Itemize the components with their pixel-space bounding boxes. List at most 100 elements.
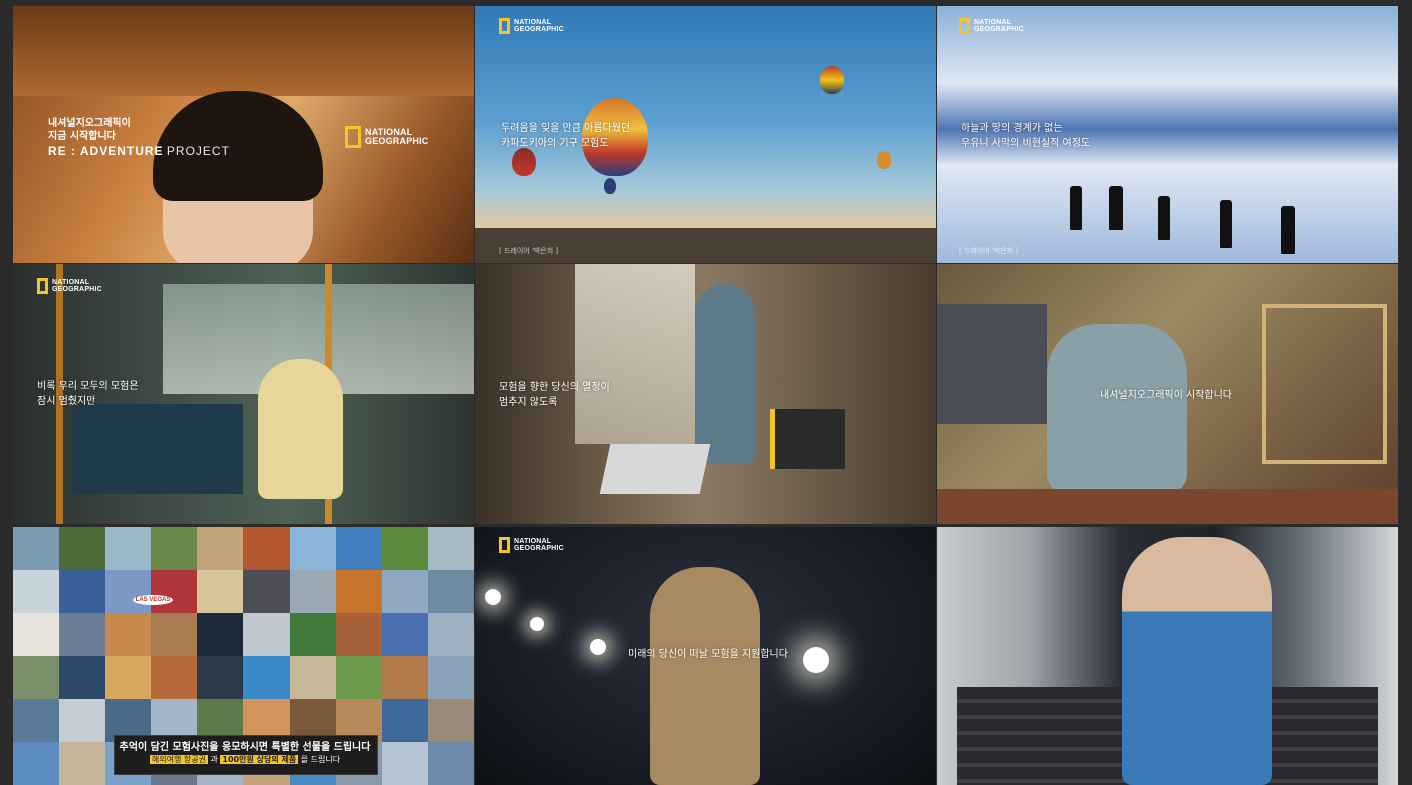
panel-bus: NATIONAL GEOGRAPHIC 비록 우리 모두의 모험은 잠시 멈췄지… (13, 264, 474, 524)
caption-line-1: 모험을 향한 당신의 열정이 (499, 382, 610, 393)
collage-photo (197, 570, 244, 613)
banner-highlight-flight: 해외여행 항공권 (149, 755, 208, 764)
logo-text-geographic: GEOGRAPHIC (514, 545, 564, 552)
collage-photo (59, 742, 106, 785)
collage-photo (427, 699, 474, 742)
logo-yellow-frame (345, 126, 361, 148)
collage-photo (381, 527, 428, 570)
suitcase (599, 444, 711, 494)
hot-air-balloon (877, 151, 891, 169)
collage-photo (289, 527, 336, 570)
collage-photo (105, 570, 152, 613)
natgeo-logo: NATIONAL GEOGRAPHIC (499, 537, 564, 553)
collage-photo (151, 613, 198, 656)
passenger (258, 359, 343, 499)
collage-photo (197, 527, 244, 570)
collage-photo (427, 742, 474, 785)
collage-photo (335, 570, 382, 613)
logo-yellow-frame (37, 278, 48, 294)
curtain (575, 264, 695, 444)
caption: 두려움을 잊을 만큼 아름다웠던 카파도키아의 기구 모험도 (501, 121, 630, 151)
woman-sitting (1047, 324, 1187, 494)
logo-text-national: NATIONAL (514, 19, 552, 26)
collage-photo (105, 613, 152, 656)
natgeo-logo: NATIONAL GEOGRAPHIC (37, 278, 102, 294)
collage-photo (381, 613, 428, 656)
panel-cappadocia: NATIONAL GEOGRAPHIC 두려움을 잊을 만큼 아름다웠던 카파도… (475, 6, 936, 263)
collage-photo (381, 742, 428, 785)
caption-line-2: 카파도키아의 기구 모험도 (501, 138, 609, 149)
bus-seats (73, 404, 243, 494)
logo-yellow-frame (959, 18, 970, 34)
woman-jacket (1122, 537, 1272, 785)
woman-with-cap (650, 567, 760, 785)
string-light (485, 589, 501, 605)
panel-corridor (937, 527, 1398, 785)
collage-photo (427, 656, 474, 699)
collage-photo (59, 699, 106, 742)
collage-photo (197, 613, 244, 656)
collage-photo (151, 527, 198, 570)
collage-photo (59, 527, 106, 570)
collage-photo (381, 570, 428, 613)
panel-uyuni: NATIONAL GEOGRAPHIC 하늘과 땅의 경계가 없는 우유니 사막… (937, 6, 1398, 263)
panel-intro: 내셔널지오그래픽이 지금 시작합니다 RE : ADVENTURE PROJEC… (13, 6, 474, 263)
caption-line-2: 잠시 멈췄지만 (37, 396, 96, 407)
banner-highlight-product: 100만원 상당의 제품 (220, 755, 299, 764)
collage-photo (289, 613, 336, 656)
panel-night-lights: NATIONAL GEOGRAPHIC 미래의 당신이 떠날 모험을 지원합니다 (475, 527, 936, 785)
logo-text-geographic: GEOGRAPHIC (514, 26, 564, 33)
collage-photo (289, 570, 336, 613)
caption-line-1: 비록 우리 모두의 모험은 (37, 381, 139, 392)
person-silhouette (1220, 200, 1232, 248)
person-packing (695, 284, 755, 464)
caption-line-1: 하늘과 땅의 경계가 없는 (961, 123, 1063, 134)
logo-yellow-frame (499, 537, 510, 553)
collage-photo (335, 613, 382, 656)
person-silhouette (1158, 196, 1170, 240)
collage-photo (59, 570, 106, 613)
logo-text-national: NATIONAL (52, 279, 90, 286)
collage-photo (13, 742, 60, 785)
collage-photo (427, 527, 474, 570)
natgeo-logo: NATIONAL GEOGRAPHIC (345, 126, 429, 148)
panel-packing: 모험을 향한 당신의 열정이 멈추지 않도록 (475, 264, 936, 524)
caption: 비록 우리 모두의 모험은 잠시 멈췄지만 (37, 379, 139, 409)
floor (937, 489, 1398, 524)
string-light (530, 617, 544, 631)
hot-air-balloon (512, 148, 536, 176)
natgeo-logo: NATIONAL GEOGRAPHIC (959, 18, 1024, 34)
project-text: PROJECT (166, 144, 230, 158)
photo-credit: [ 드레이어 '박은희 ] (499, 247, 559, 255)
banner-suffix: 을 드립니다 (300, 755, 341, 764)
logo-text-geographic: GEOGRAPHIC (365, 136, 429, 146)
caption: 모험을 향한 당신의 열정이 멈추지 않도록 (499, 380, 610, 410)
natgeo-box (770, 409, 845, 469)
natgeo-logo: NATIONAL GEOGRAPHIC (499, 18, 564, 34)
collage-photo (13, 570, 60, 613)
collage-photo (335, 656, 382, 699)
hot-air-balloon (604, 178, 616, 194)
banner-main-text: 추억이 담긴 모험사진을 응모하시면 특별한 선물을 드립니다 (119, 742, 371, 753)
intro-text-2: 지금 시작합니다 (48, 131, 116, 142)
caption-line-2: 멈추지 않도록 (499, 397, 558, 408)
collage-photo (59, 656, 106, 699)
logo-yellow-frame (499, 18, 510, 34)
collage-photo (151, 656, 198, 699)
caption: 미래의 당신이 떠날 모험을 지원합니다 (628, 649, 788, 660)
collage-photo (335, 527, 382, 570)
readventure-title: RE : ADVENTURE PROJECT (48, 144, 230, 158)
las-vegas-sign: LAS VEGAS (133, 595, 173, 605)
collage-photo (381, 656, 428, 699)
collage-photo (13, 699, 60, 742)
caption-line-1: 두려움을 잊을 만큼 아름다웠던 (501, 123, 631, 134)
collage-photo (243, 613, 290, 656)
banner-conjunction: 과 (210, 755, 218, 764)
logo-text-geographic: GEOGRAPHIC (974, 26, 1024, 33)
collage-photo (105, 656, 152, 699)
window-ceiling (13, 6, 474, 96)
caption: 내셔널지오그래픽이 시작합니다 (1100, 390, 1232, 401)
collage-photo (381, 699, 428, 742)
string-light (590, 639, 606, 655)
readventure-text: RE : ADVENTURE (48, 144, 164, 158)
